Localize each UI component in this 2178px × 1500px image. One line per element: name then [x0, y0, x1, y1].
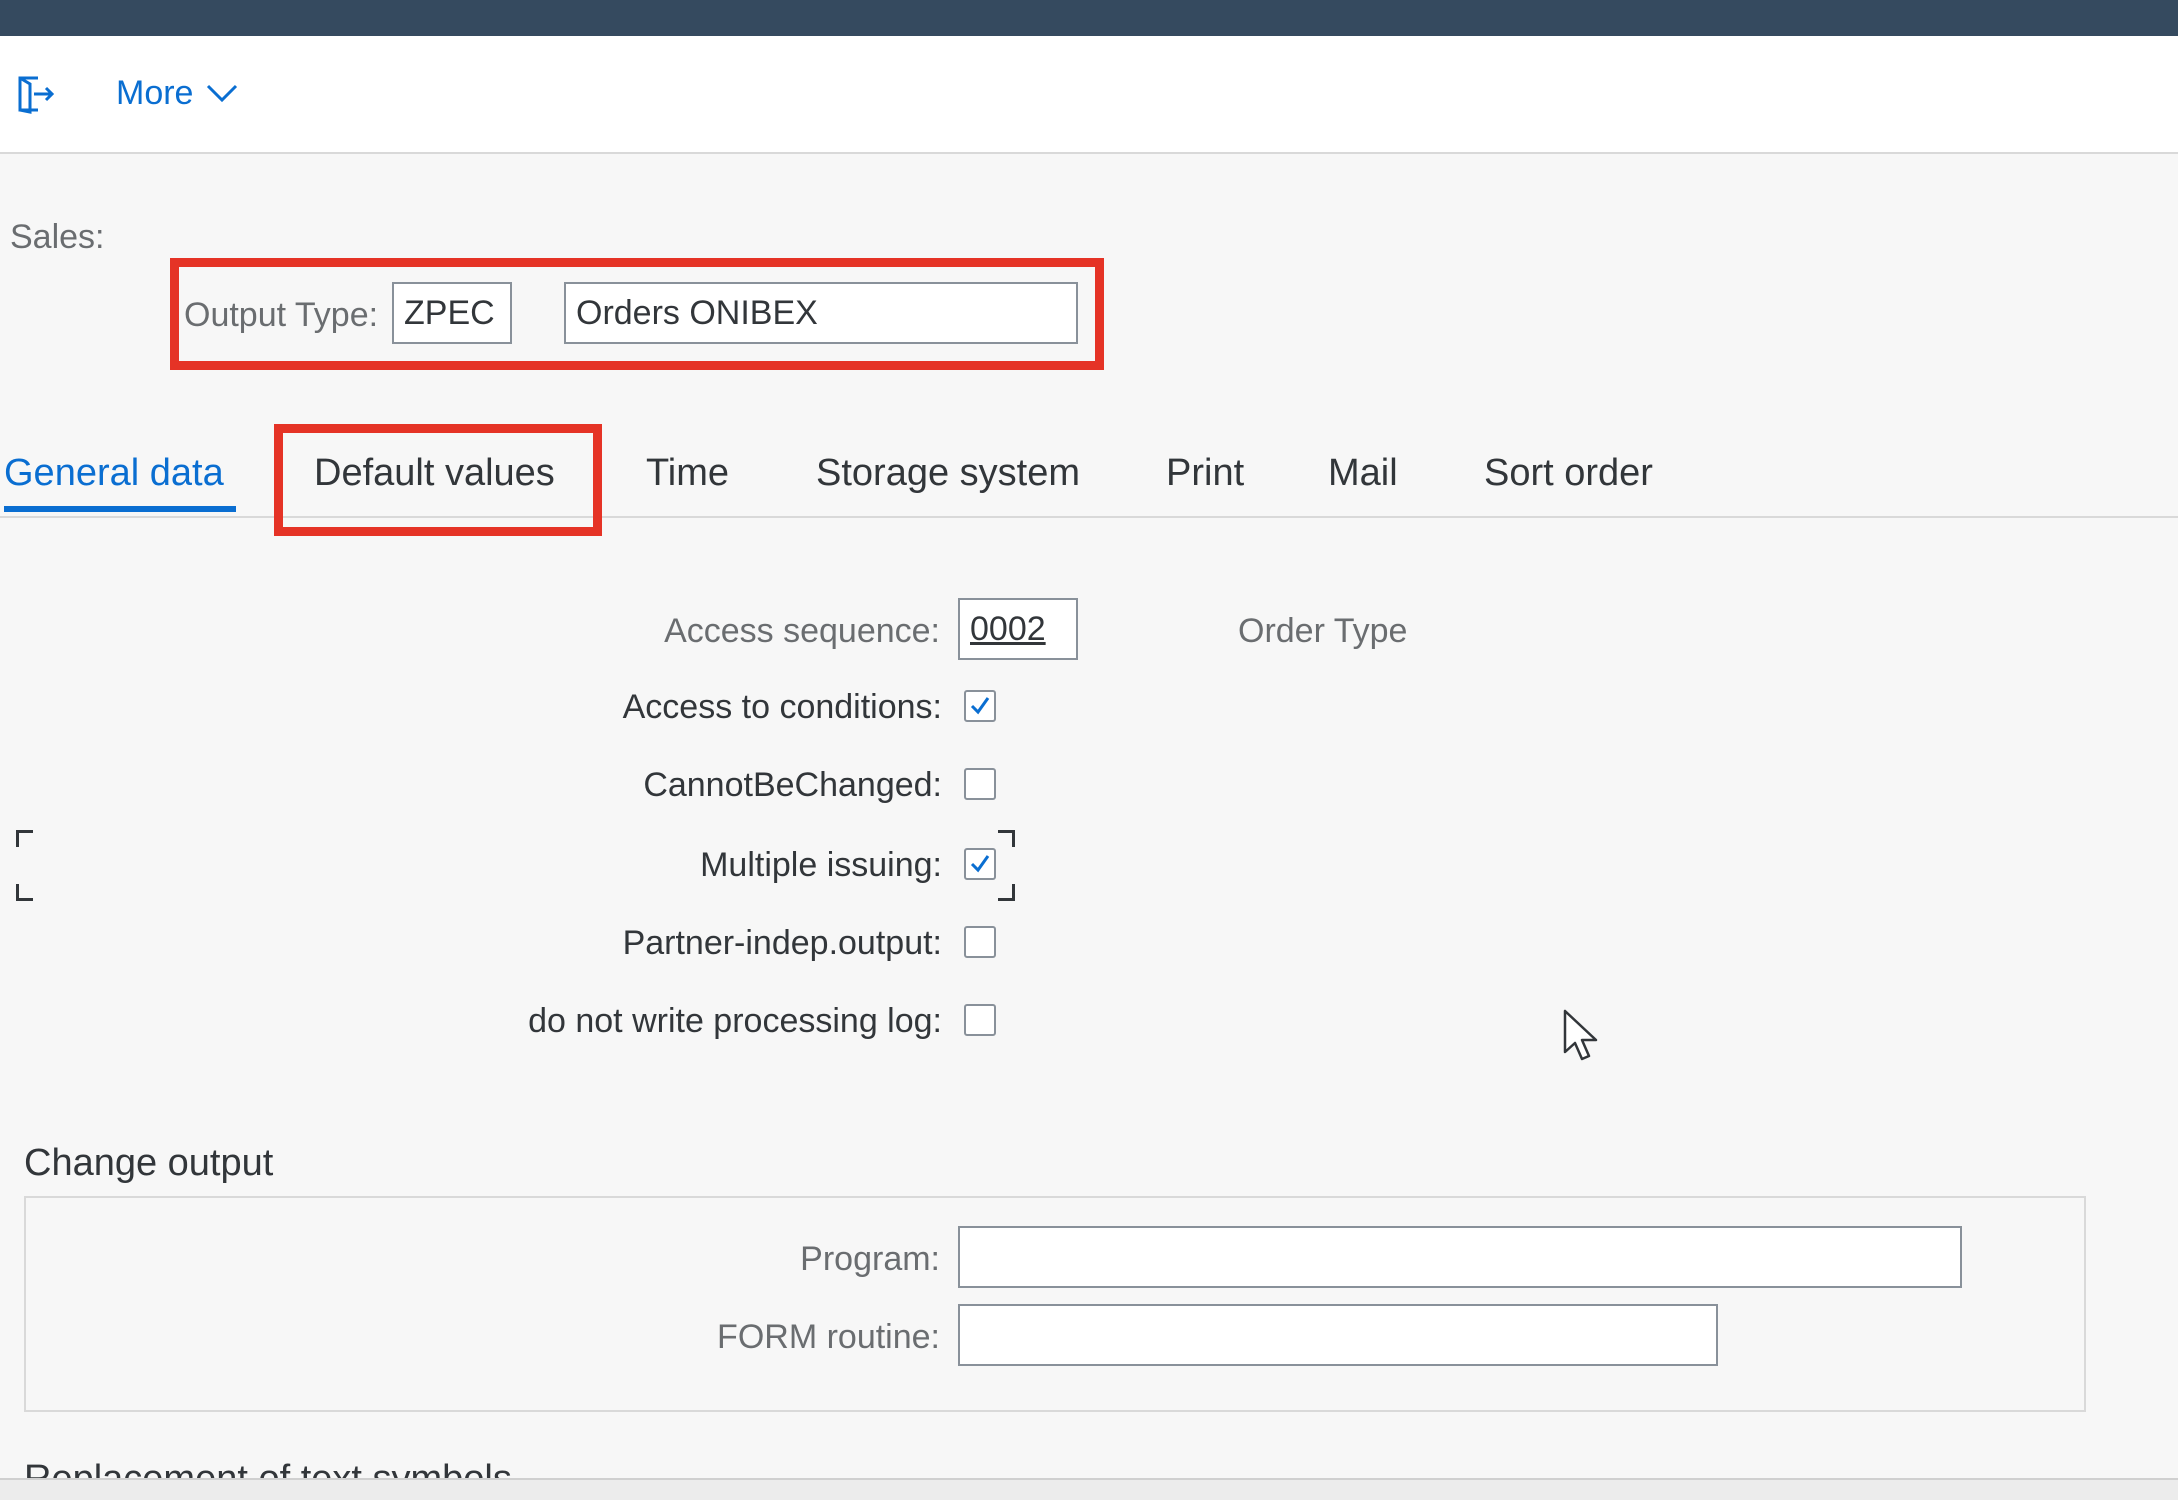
- access-sequence-description: Order Type: [1238, 612, 1408, 650]
- access-sequence-label: Access sequence:: [664, 612, 940, 650]
- checkmark-icon: [970, 697, 990, 715]
- form-routine-field[interactable]: [958, 1304, 1718, 1366]
- tab-sort-order[interactable]: Sort order: [1484, 452, 1653, 495]
- output-type-code-field[interactable]: ZPEC: [392, 282, 512, 344]
- cannot-be-changed-checkbox[interactable]: [964, 768, 996, 800]
- access-sequence-field[interactable]: 0002: [958, 598, 1078, 660]
- replacement-text-symbols-title: Replacement of text symbols: [24, 1458, 512, 1479]
- tab-time[interactable]: Time: [646, 452, 729, 495]
- sales-label: Sales:: [10, 218, 105, 256]
- tab-general-data[interactable]: General data: [4, 452, 224, 495]
- tab-bar: General data Default values Time Storage…: [0, 440, 2178, 518]
- focus-bracket-tl: [16, 830, 33, 847]
- shell-bar: [0, 0, 2178, 36]
- cannot-be-changed-label: CannotBeChanged:: [643, 766, 942, 804]
- program-label: Program:: [800, 1240, 940, 1278]
- focus-bracket-tr: [998, 830, 1015, 847]
- tab-storage-system[interactable]: Storage system: [816, 452, 1080, 495]
- toolbar: More: [0, 36, 2178, 154]
- output-type-name-field[interactable]: Orders ONIBEX: [564, 282, 1078, 344]
- form-routine-label: FORM routine:: [717, 1318, 940, 1356]
- more-button[interactable]: More: [116, 74, 239, 113]
- bottom-border: [0, 1478, 2178, 1500]
- active-tab-indicator: [4, 506, 236, 512]
- output-type-label: Output Type:: [184, 296, 379, 334]
- focus-bracket-br: [998, 884, 1015, 901]
- no-processing-log-checkbox[interactable]: [964, 1004, 996, 1036]
- program-field[interactable]: [958, 1226, 1962, 1288]
- access-to-conditions-checkbox[interactable]: [964, 690, 996, 722]
- access-to-conditions-label: Access to conditions:: [622, 688, 942, 726]
- chevron-down-icon: [205, 74, 239, 113]
- tab-default-values[interactable]: Default values: [314, 452, 555, 495]
- multiple-issuing-checkbox[interactable]: [964, 848, 996, 880]
- more-label: More: [116, 74, 194, 112]
- focus-bracket-bl: [16, 884, 33, 901]
- change-output-title: Change output: [24, 1142, 274, 1184]
- mouse-pointer-icon: [1563, 1009, 1598, 1061]
- exit-icon[interactable]: [12, 72, 56, 116]
- multiple-issuing-label: Multiple issuing:: [700, 846, 942, 884]
- partner-indep-output-label: Partner-indep.output:: [622, 924, 942, 962]
- tab-print[interactable]: Print: [1166, 452, 1244, 495]
- partner-indep-output-checkbox[interactable]: [964, 926, 996, 958]
- no-processing-log-label: do not write processing log:: [528, 1002, 942, 1040]
- checkmark-icon: [970, 855, 990, 873]
- tab-mail[interactable]: Mail: [1328, 452, 1398, 495]
